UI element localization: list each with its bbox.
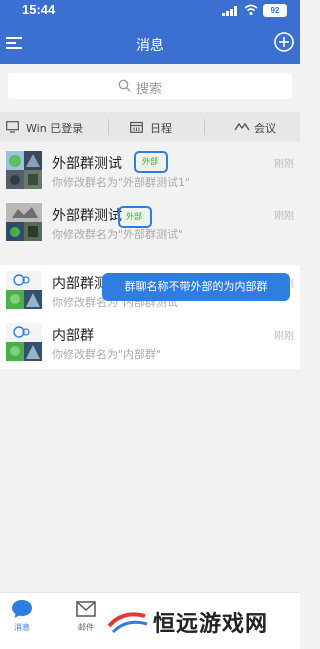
quick-toolbar: Win 已登录 日程 会议 xyxy=(0,112,300,142)
watermark-logo: 恒远游戏网 xyxy=(105,604,295,640)
annotation-tooltip: 群聊名称不带外部的为内部群 xyxy=(102,273,290,301)
tab-messages[interactable]: 消息 xyxy=(2,599,42,633)
status-bar: 15:44 92 xyxy=(0,0,300,22)
toolbar-divider xyxy=(204,119,205,135)
win-login-button[interactable]: Win 已登录 xyxy=(6,120,96,136)
chat-subtitle: 你修改群名为"外部群测试" xyxy=(52,228,184,241)
chat-bubble-icon xyxy=(12,600,32,618)
add-icon[interactable] xyxy=(273,31,295,53)
calendar-icon xyxy=(130,121,143,133)
watermark-emblem-icon xyxy=(107,612,148,634)
tab-mail[interactable]: 邮件 xyxy=(66,599,106,633)
battery-icon: 92 xyxy=(263,4,287,17)
chat-time: 刚刚 xyxy=(274,159,294,170)
external-tag-highlight: 外部 xyxy=(134,151,168,173)
meeting-button[interactable]: 会议 xyxy=(234,120,294,136)
status-time: 15:44 xyxy=(22,2,56,17)
win-login-label: Win 已登录 xyxy=(26,122,84,135)
chat-title: 内部群 xyxy=(52,328,94,344)
group-avatar xyxy=(6,203,42,241)
page-title: 消息 xyxy=(136,38,164,54)
group-avatar xyxy=(6,271,42,309)
chat-item[interactable]: 内部群 你修改群名为"内部群" 刚刚 xyxy=(0,317,300,369)
external-tag: 外部 xyxy=(139,156,161,168)
tab-mail-label: 邮件 xyxy=(78,623,94,632)
search-input[interactable]: 搜索 xyxy=(8,73,292,99)
chat-title: 外部群测试 xyxy=(52,156,122,172)
wifi-icon xyxy=(244,4,258,15)
meeting-label: 会议 xyxy=(254,122,276,135)
search-icon xyxy=(118,79,131,92)
external-tag: 外部 xyxy=(123,211,145,223)
external-tag-highlight: 外部 xyxy=(118,206,152,228)
signal-icon xyxy=(222,6,237,16)
tab-messages-label: 消息 xyxy=(14,623,30,632)
mail-icon xyxy=(76,601,96,617)
monitor-icon xyxy=(6,121,19,133)
group-avatar xyxy=(6,151,42,189)
chat-subtitle: 你修改群名为"外部群测试1" xyxy=(52,176,191,189)
search-placeholder: 搜索 xyxy=(136,82,163,97)
chat-title: 外部群测试 xyxy=(52,208,122,224)
group-avatar xyxy=(6,323,42,361)
watermark-text: 恒远游戏网 xyxy=(153,611,269,637)
toolbar-divider xyxy=(108,119,109,135)
chat-item[interactable]: 外部群测试 外部 你修改群名为"外部群测试1" 刚刚 xyxy=(0,145,300,197)
chat-time: 刚刚 xyxy=(274,211,294,222)
chat-item[interactable]: 外部群测试 外部 你修改群名为"外部群测试" 刚刚 xyxy=(0,197,300,249)
calendar-label: 日程 xyxy=(150,122,172,135)
chat-time: 刚刚 xyxy=(274,331,294,342)
meeting-icon xyxy=(234,122,250,131)
calendar-button[interactable]: 日程 xyxy=(130,120,190,136)
chat-subtitle: 你修改群名为"内部群" xyxy=(52,348,162,361)
app-header: 消息 xyxy=(0,22,300,64)
